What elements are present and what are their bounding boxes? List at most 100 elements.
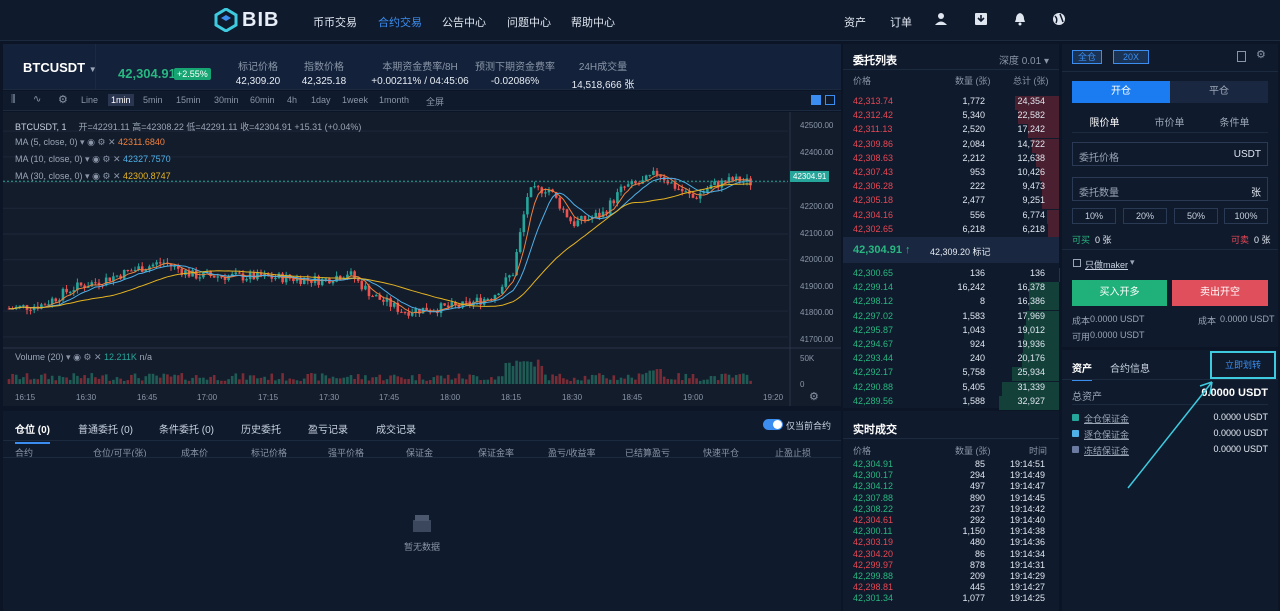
- tab-pnl-records[interactable]: 盈亏记录: [308, 421, 348, 436]
- ask-row[interactable]: 42,313.74 1,772 24,354: [843, 94, 1059, 110]
- settings-icon[interactable]: ⚙: [58, 93, 68, 106]
- leverage-button[interactable]: 20X: [1113, 50, 1149, 64]
- calculator-icon[interactable]: [1237, 51, 1246, 62]
- nav-announcements[interactable]: 公告中心: [442, 14, 486, 30]
- tf-4h[interactable]: 4h: [287, 95, 297, 105]
- transfer-button[interactable]: 立即划转: [1210, 351, 1276, 379]
- ask-row[interactable]: 42,311.13 2,520 17,242: [843, 122, 1059, 139]
- open-position-tab[interactable]: 开仓: [1072, 81, 1170, 103]
- tf-line[interactable]: Line: [81, 95, 98, 105]
- maker-label[interactable]: 只做maker: [1085, 258, 1128, 271]
- volume-bar: [324, 375, 328, 384]
- volume-bar: [680, 380, 684, 384]
- x-tick: 17:45: [379, 393, 400, 402]
- margin-mode-button[interactable]: 全仓: [1072, 50, 1102, 64]
- bid-row[interactable]: 42,293.44 240 20,176: [843, 351, 1059, 368]
- ask-row[interactable]: 42,308.63 2,212 12,638: [843, 151, 1059, 167]
- sell-short-button[interactable]: 卖出开空: [1172, 280, 1268, 306]
- price-input[interactable]: 委托价格 USDT: [1072, 142, 1268, 166]
- pct-50-button[interactable]: 50%: [1174, 208, 1218, 224]
- tf-1day[interactable]: 1day: [311, 95, 331, 105]
- nav-spot[interactable]: 币币交易: [313, 14, 357, 30]
- ask-row[interactable]: 42,302.65 6,218 6,218: [843, 222, 1059, 238]
- bid-row[interactable]: 42,294.67 924 19,936: [843, 337, 1059, 353]
- last-price: 42,304.91: [118, 66, 176, 81]
- close-position-tab[interactable]: 平仓: [1170, 81, 1268, 103]
- quantity-input[interactable]: 委托数量 张: [1072, 177, 1268, 201]
- volume-bar: [630, 377, 634, 384]
- candle-body: [29, 309, 32, 311]
- bid-row[interactable]: 42,297.02 1,583 17,969: [843, 309, 1059, 325]
- tf-1month[interactable]: 1month: [379, 95, 409, 105]
- current-contract-toggle[interactable]: [763, 419, 783, 430]
- logo[interactable]: BIB: [214, 8, 279, 32]
- ask-row[interactable]: 42,306.28 222 9,473: [843, 179, 1059, 196]
- ask-row[interactable]: 42,309.86 2,084 14,722: [843, 137, 1059, 153]
- user-icon[interactable]: [934, 12, 948, 26]
- pct-10-button[interactable]: 10%: [1072, 208, 1116, 224]
- globe-icon[interactable]: [1052, 12, 1066, 26]
- bid-row[interactable]: 42,300.65 136 136: [843, 266, 1059, 282]
- limit-order-tab[interactable]: 限价单: [1072, 114, 1137, 129]
- pct-20-button[interactable]: 20%: [1123, 208, 1167, 224]
- nav-futures[interactable]: 合约交易: [378, 14, 422, 30]
- depth-chart-icon[interactable]: [825, 95, 835, 105]
- volume-bar: [601, 374, 605, 384]
- candle-type-icon[interactable]: ⫼: [11, 94, 16, 105]
- price-chart[interactable]: BTCUSDT, 1 开=42291.11 高=42308.22 低=42291.…: [3, 112, 841, 406]
- bell-icon[interactable]: [1013, 12, 1027, 26]
- ask-row[interactable]: 42,304.16 556 6,774: [843, 208, 1059, 224]
- tab-order-history[interactable]: 历史委托: [241, 421, 281, 436]
- tf-fullscreen[interactable]: 全屏: [426, 95, 444, 108]
- bid-row[interactable]: 42,289.56 1,588 32,927: [843, 394, 1059, 410]
- settings-icon[interactable]: ⚙: [1256, 48, 1266, 61]
- volume-bar: [443, 378, 446, 384]
- volume-bar: [605, 378, 608, 384]
- tf-60min[interactable]: 60min: [250, 95, 275, 105]
- bid-row[interactable]: 42,295.87 1,043 19,012: [843, 323, 1059, 339]
- volume-bar: [270, 373, 274, 384]
- tf-15min[interactable]: 15min: [176, 95, 201, 105]
- volume-bar: [11, 373, 14, 384]
- bid-row[interactable]: 42,290.88 5,405 31,339: [843, 380, 1059, 396]
- ask-row[interactable]: 42,305.18 2,477 9,251: [843, 193, 1059, 210]
- volume-bar: [558, 373, 562, 384]
- conditional-order-tab[interactable]: 条件单: [1202, 114, 1267, 129]
- chart-settings-icon[interactable]: ⚙: [809, 390, 819, 403]
- volume-bar: [122, 380, 126, 384]
- symbol-selector[interactable]: BTCUSDT ▼: [23, 60, 97, 75]
- tab-conditional-orders[interactable]: 条件委托 (0): [159, 421, 214, 436]
- tab-assets[interactable]: 资产: [1072, 360, 1092, 381]
- bid-row[interactable]: 42,292.17 5,758 25,934: [843, 365, 1059, 382]
- volume-bar: [54, 380, 58, 384]
- ask-row[interactable]: 42,307.43 953 10,426: [843, 165, 1059, 181]
- market-order-tab[interactable]: 市价单: [1137, 114, 1202, 129]
- annotation-arrow: [1127, 381, 1213, 489]
- nav-help[interactable]: 帮助中心: [571, 14, 615, 30]
- depth-selector[interactable]: 深度 0.01 ▾: [999, 52, 1049, 67]
- ask-row[interactable]: 42,312.42 5,340 22,582: [843, 108, 1059, 125]
- pct-100-button[interactable]: 100%: [1224, 208, 1268, 224]
- bid-row[interactable]: 42,299.14 16,242 16,378: [843, 280, 1059, 297]
- buy-long-button[interactable]: 买入开多: [1072, 280, 1167, 306]
- ma5-line: [9, 174, 751, 314]
- tab-trade-records[interactable]: 成交记录: [376, 421, 416, 436]
- candle-body: [126, 270, 130, 272]
- bid-row[interactable]: 42,298.12 8 16,386: [843, 294, 1059, 311]
- tf-30min[interactable]: 30min: [214, 95, 239, 105]
- indicator-icon[interactable]: ∿: [33, 94, 41, 105]
- nav-questions[interactable]: 问题中心: [507, 14, 551, 30]
- tf-1min[interactable]: 1min: [108, 94, 134, 106]
- candle-body: [335, 275, 338, 282]
- tab-contract-info[interactable]: 合约信息: [1110, 360, 1150, 375]
- nav-orders[interactable]: 订单: [890, 14, 912, 30]
- chart-style-icon[interactable]: [811, 95, 821, 105]
- download-icon[interactable]: [974, 12, 988, 26]
- trade-time: 19:14:38: [1009, 526, 1045, 537]
- tf-5min[interactable]: 5min: [143, 95, 163, 105]
- maker-checkbox[interactable]: [1073, 259, 1081, 267]
- nav-assets[interactable]: 资产: [844, 14, 866, 30]
- tf-1week[interactable]: 1week: [342, 95, 368, 105]
- chart-symbol: BTCUSDT, 1: [15, 122, 67, 132]
- tab-normal-orders[interactable]: 普通委托 (0): [78, 421, 133, 436]
